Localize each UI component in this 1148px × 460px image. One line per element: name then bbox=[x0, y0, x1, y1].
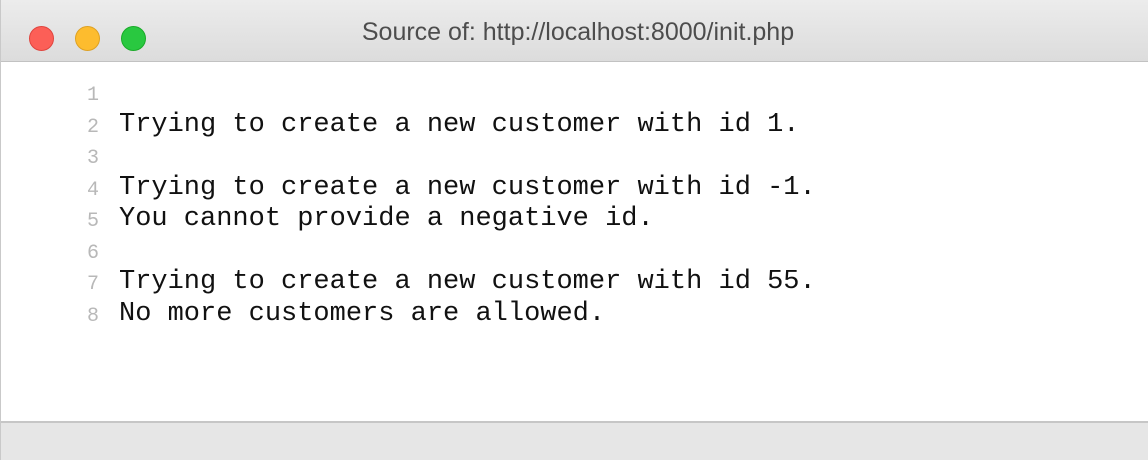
source-line: 6 bbox=[1, 236, 1148, 268]
title-bar[interactable]: Source of: http://localhost:8000/init.ph… bbox=[1, 0, 1148, 62]
source-viewer-window: Source of: http://localhost:8000/init.ph… bbox=[0, 0, 1148, 460]
line-number: 6 bbox=[86, 241, 99, 265]
line-number: 7 bbox=[86, 273, 99, 296]
source-line: 7 Trying to create a new customer with i… bbox=[1, 267, 1148, 299]
line-number: 5 bbox=[86, 210, 99, 233]
window-title: Source of: http://localhost:8000/init.ph… bbox=[361, 18, 795, 46]
source-line: 2 Trying to create a new customer with i… bbox=[1, 110, 1148, 142]
line-number: 8 bbox=[86, 304, 99, 328]
line-text: No more customers are allowed. bbox=[119, 298, 606, 329]
source-line: 1 bbox=[1, 78, 1148, 110]
line-number: 3 bbox=[86, 147, 99, 170]
source-line: 5 You cannot provide a negative id. bbox=[1, 204, 1148, 236]
source-code-view[interactable]: 1 2 Trying to create a new customer with… bbox=[1, 78, 1148, 330]
status-bar bbox=[1, 421, 1148, 460]
source-line: 8 No more customers are allowed. bbox=[1, 299, 1148, 331]
line-text: Trying to create a new customer with id … bbox=[119, 109, 800, 140]
line-number: 4 bbox=[86, 178, 99, 202]
line-number: 1 bbox=[86, 84, 99, 107]
source-line: 3 bbox=[1, 141, 1148, 173]
line-text: Trying to create a new customer with id … bbox=[119, 267, 816, 297]
line-text: You cannot provide a negative id. bbox=[119, 204, 654, 234]
line-text: Trying to create a new customer with id … bbox=[119, 172, 816, 203]
source-line: 4 Trying to create a new customer with i… bbox=[1, 173, 1148, 205]
line-number: 2 bbox=[86, 115, 99, 139]
